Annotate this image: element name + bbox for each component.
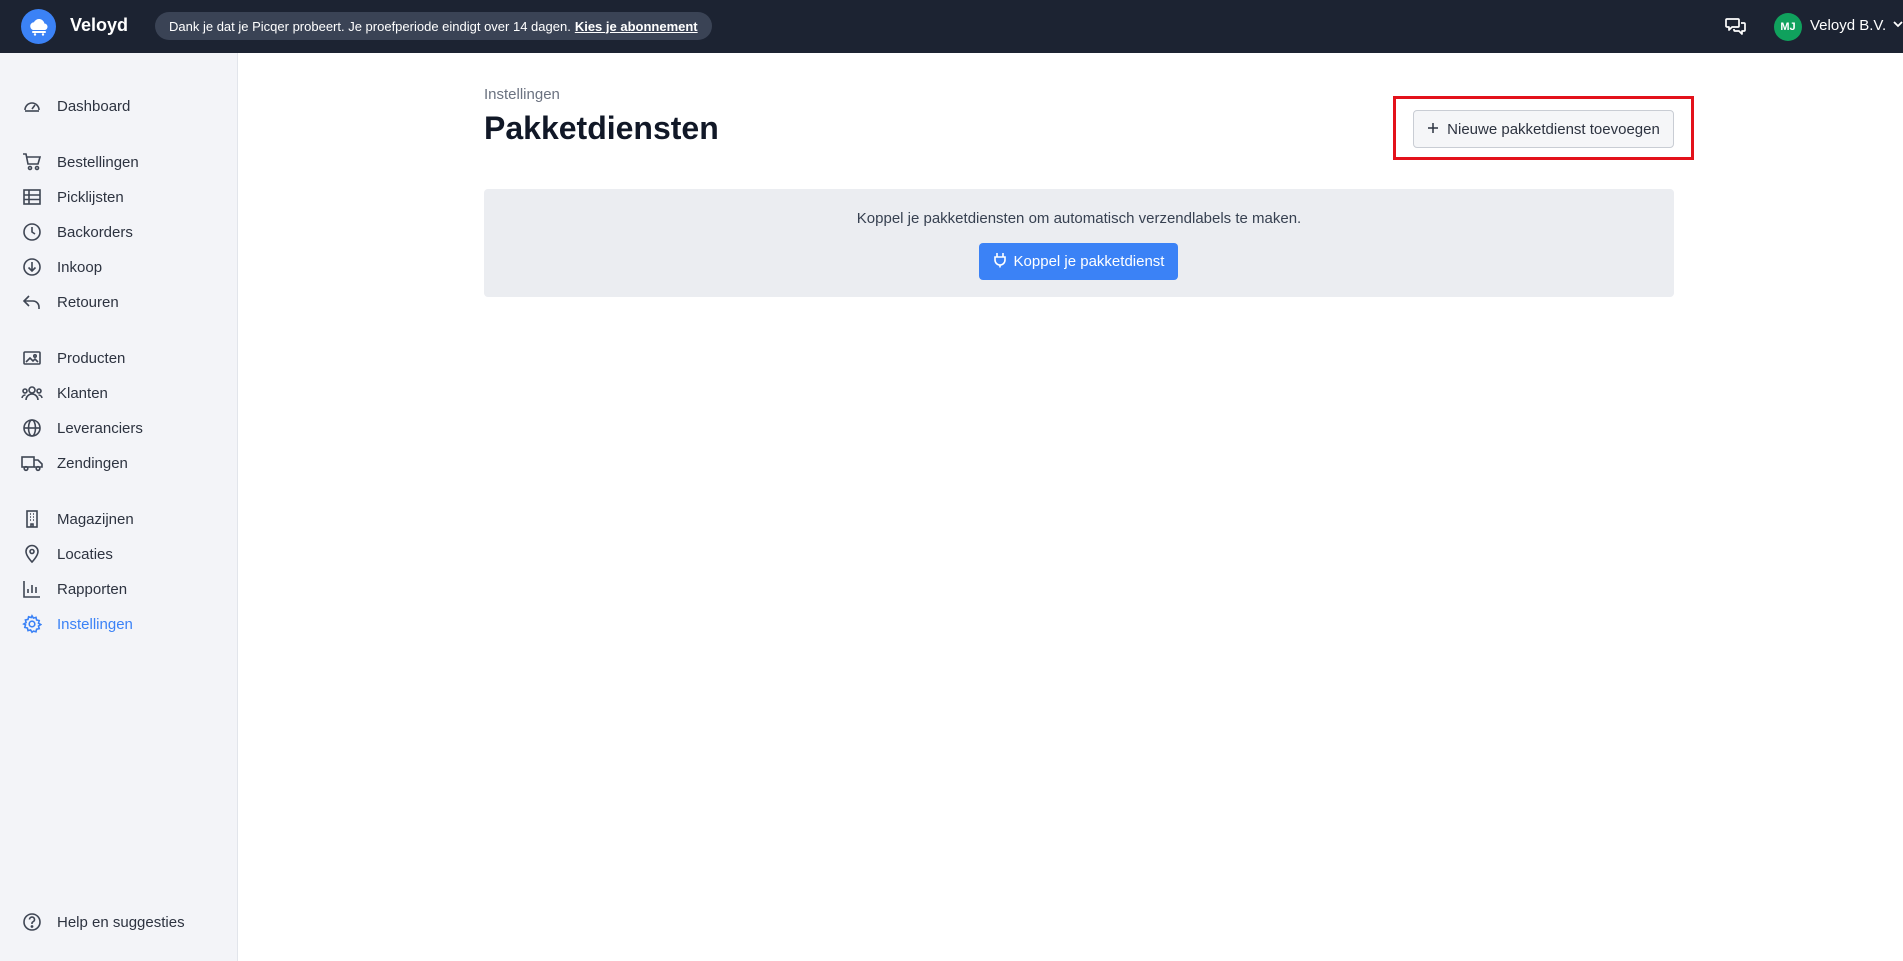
- map-pin-icon: [21, 543, 43, 565]
- sidebar-item-bestellingen[interactable]: Bestellingen: [0, 147, 237, 177]
- sidebar-item-producten[interactable]: Producten: [0, 343, 237, 373]
- sidebar-item-backorders[interactable]: Backorders: [0, 217, 237, 247]
- sidebar-item-label: Klanten: [57, 384, 108, 402]
- chevron-down-icon: [1892, 17, 1903, 34]
- sidebar-item-leveranciers[interactable]: Leveranciers: [0, 413, 237, 443]
- sidebar-item-label: Instellingen: [57, 615, 133, 633]
- sidebar-item-label: Rapporten: [57, 580, 128, 598]
- help-icon: [21, 911, 43, 933]
- plug-icon: [993, 252, 1007, 272]
- sidebar-item-label: Producten: [57, 349, 126, 367]
- brand-name[interactable]: Veloyd: [70, 15, 128, 36]
- clock-icon: [21, 221, 43, 243]
- add-button-label: Nieuwe pakketdienst toevoegen: [1447, 120, 1660, 138]
- sidebar-item-locaties[interactable]: Locaties: [0, 539, 237, 569]
- trial-banner: Dank je dat je Picqer probeert. Je proef…: [155, 12, 712, 40]
- sidebar-item-label: Locaties: [57, 545, 113, 563]
- sidebar-item-label: Zendingen: [57, 454, 128, 472]
- sidebar-item-magazijnen[interactable]: Magazijnen: [0, 504, 237, 534]
- account-name: Veloyd B.V.: [1810, 17, 1887, 34]
- connect-shipping-provider-button[interactable]: Koppel je pakketdienst: [979, 243, 1178, 280]
- sidebar-item-label: Retouren: [57, 293, 119, 311]
- sidebar-item-instellingen[interactable]: Instellingen: [0, 609, 237, 639]
- sidebar-item-klanten[interactable]: Klanten: [0, 378, 237, 408]
- add-shipping-provider-button[interactable]: Nieuwe pakketdienst toevoegen: [1413, 110, 1674, 148]
- choose-subscription-link[interactable]: Kies je abonnement: [575, 19, 698, 34]
- empty-state-panel: Koppel je pakketdiensten om automatisch …: [484, 189, 1674, 297]
- account-menu[interactable]: Veloyd B.V.: [1810, 17, 1903, 34]
- dashboard-icon: [21, 95, 43, 117]
- cart-icon: [21, 151, 43, 173]
- trial-text: Dank je dat je Picqer probeert. Je proef…: [169, 18, 571, 34]
- globe-icon: [21, 417, 43, 439]
- sidebar-item-retouren[interactable]: Retouren: [0, 287, 237, 317]
- sidebar-item-label: Help en suggesties: [57, 913, 185, 931]
- sidebar-item-inkoop[interactable]: Inkoop: [0, 252, 237, 282]
- page-title: Pakketdiensten: [484, 110, 719, 146]
- truck-icon: [21, 452, 43, 474]
- sidebar-item-rapporten[interactable]: Rapporten: [0, 574, 237, 604]
- bar-chart-icon: [21, 578, 43, 600]
- table-icon: [21, 186, 43, 208]
- sidebar-item-label: Inkoop: [57, 258, 103, 276]
- sidebar-item-picklijsten[interactable]: Picklijsten: [0, 182, 237, 212]
- image-icon: [21, 347, 43, 369]
- building-icon: [21, 508, 43, 530]
- sidebar-item-help[interactable]: Help en suggesties: [0, 907, 237, 937]
- breadcrumb[interactable]: Instellingen: [484, 86, 560, 103]
- sidebar-item-label: Backorders: [57, 223, 133, 241]
- gear-icon: [21, 613, 43, 635]
- sidebar-item-label: Magazijnen: [57, 510, 134, 528]
- users-icon: [21, 382, 43, 404]
- avatar[interactable]: MJ: [1774, 13, 1802, 41]
- plus-icon: [1427, 121, 1439, 138]
- sidebar-item-label: Dashboard: [57, 97, 131, 115]
- chat-icon[interactable]: [1724, 14, 1748, 38]
- empty-state-message: Koppel je pakketdiensten om automatisch …: [856, 210, 1302, 227]
- return-icon: [21, 291, 43, 313]
- top-bar: Veloyd Dank je dat je Picqer probeert. J…: [0, 0, 1903, 53]
- download-circle-icon: [21, 256, 43, 278]
- sidebar-item-dashboard[interactable]: Dashboard: [0, 91, 237, 121]
- sidebar-item-label: Bestellingen: [57, 153, 139, 171]
- logo-cloud-icon[interactable]: [21, 9, 56, 44]
- sidebar-item-zendingen[interactable]: Zendingen: [0, 448, 237, 478]
- sidebar-item-label: Leveranciers: [57, 419, 143, 437]
- sidebar: Dashboard Bestellingen Picklijsten Backo…: [0, 53, 238, 961]
- connect-button-label: Koppel je pakketdienst: [1013, 253, 1165, 270]
- sidebar-item-label: Picklijsten: [57, 188, 124, 206]
